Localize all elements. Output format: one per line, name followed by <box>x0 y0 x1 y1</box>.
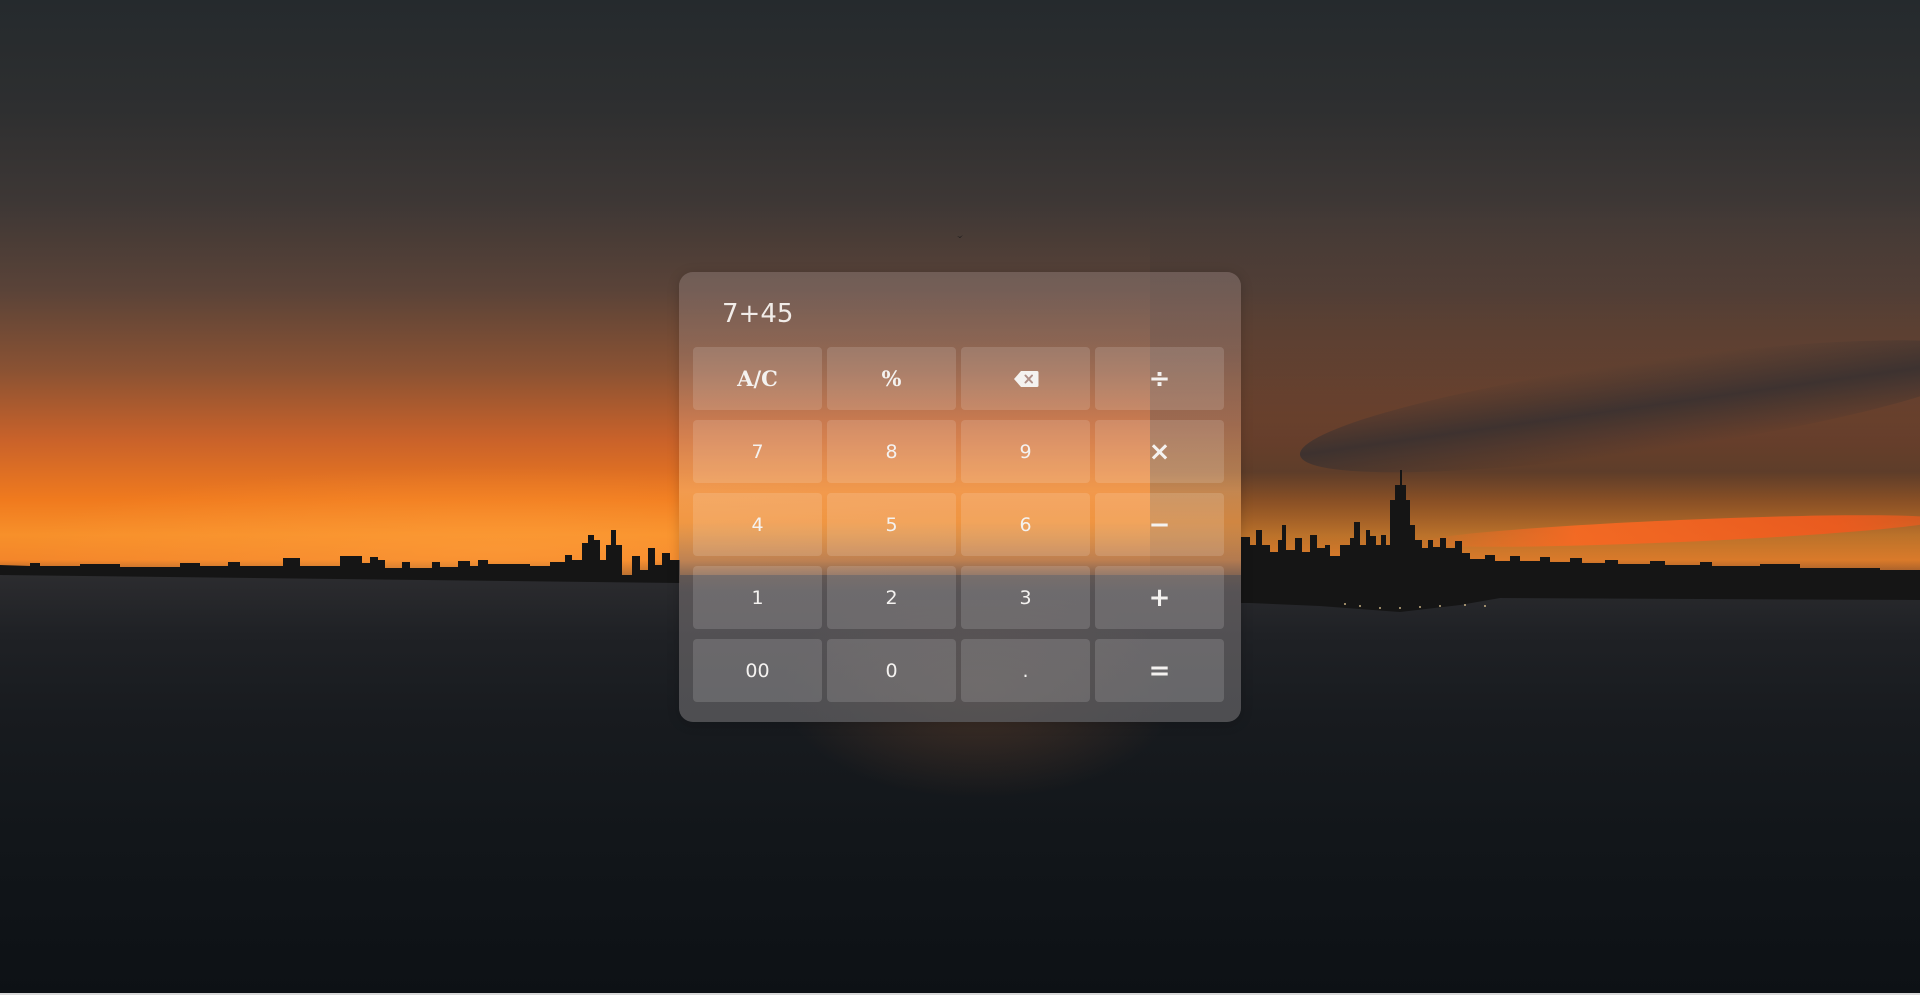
clear-button[interactable]: A/C <box>693 347 822 410</box>
divide-button[interactable]: ÷ <box>1095 347 1224 410</box>
calculator-panel: 7+45 A/C% ÷ 7 8 9 × 4 5 6−1 2 3 +00 0. = <box>679 272 1241 722</box>
percent-label: % <box>881 366 902 391</box>
digit-0-button[interactable]: 0 <box>827 639 956 702</box>
bird-silhouette <box>957 235 963 238</box>
subtract-label: − <box>1148 509 1171 540</box>
digit-9-label: 9 <box>1019 440 1032 463</box>
multiply-button[interactable]: × <box>1095 420 1224 483</box>
multiply-label: × <box>1148 436 1171 467</box>
digit-9-button[interactable]: 9 <box>961 420 1090 483</box>
add-button[interactable]: + <box>1095 566 1224 629</box>
digit-3-label: 3 <box>1019 586 1032 609</box>
backspace-button[interactable] <box>961 347 1090 410</box>
digit-7-label: 7 <box>751 440 764 463</box>
decimal-label: . <box>1022 659 1029 682</box>
digit-8-button[interactable]: 8 <box>827 420 956 483</box>
digit-2-label: 2 <box>885 586 898 609</box>
digit-4-label: 4 <box>751 513 764 536</box>
digit-5-label: 5 <box>885 513 898 536</box>
double-zero-button[interactable]: 00 <box>693 639 822 702</box>
divide-label: ÷ <box>1148 363 1171 394</box>
digit-5-button[interactable]: 5 <box>827 493 956 556</box>
digit-4-button[interactable]: 4 <box>693 493 822 556</box>
decimal-button[interactable]: . <box>961 639 1090 702</box>
equals-label: = <box>1148 655 1171 686</box>
percent-button[interactable]: % <box>827 347 956 410</box>
equals-button[interactable]: = <box>1095 639 1224 702</box>
calculator-display: 7+45 <box>722 299 794 329</box>
digit-3-button[interactable]: 3 <box>961 566 1090 629</box>
digit-0-label: 0 <box>885 659 898 682</box>
digit-1-button[interactable]: 1 <box>693 566 822 629</box>
double-zero-label: 00 <box>745 659 770 682</box>
digit-7-button[interactable]: 7 <box>693 420 822 483</box>
digit-2-button[interactable]: 2 <box>827 566 956 629</box>
clear-label: A/C <box>737 366 778 391</box>
digit-6-label: 6 <box>1019 513 1032 536</box>
subtract-button[interactable]: − <box>1095 493 1224 556</box>
digit-1-label: 1 <box>751 586 764 609</box>
digit-8-label: 8 <box>885 440 898 463</box>
digit-6-button[interactable]: 6 <box>961 493 1090 556</box>
backspace-icon <box>1013 370 1039 388</box>
keypad: A/C% ÷ 7 8 9 × 4 5 6−1 2 3 +00 0. = <box>693 347 1224 702</box>
add-label: + <box>1148 582 1171 613</box>
